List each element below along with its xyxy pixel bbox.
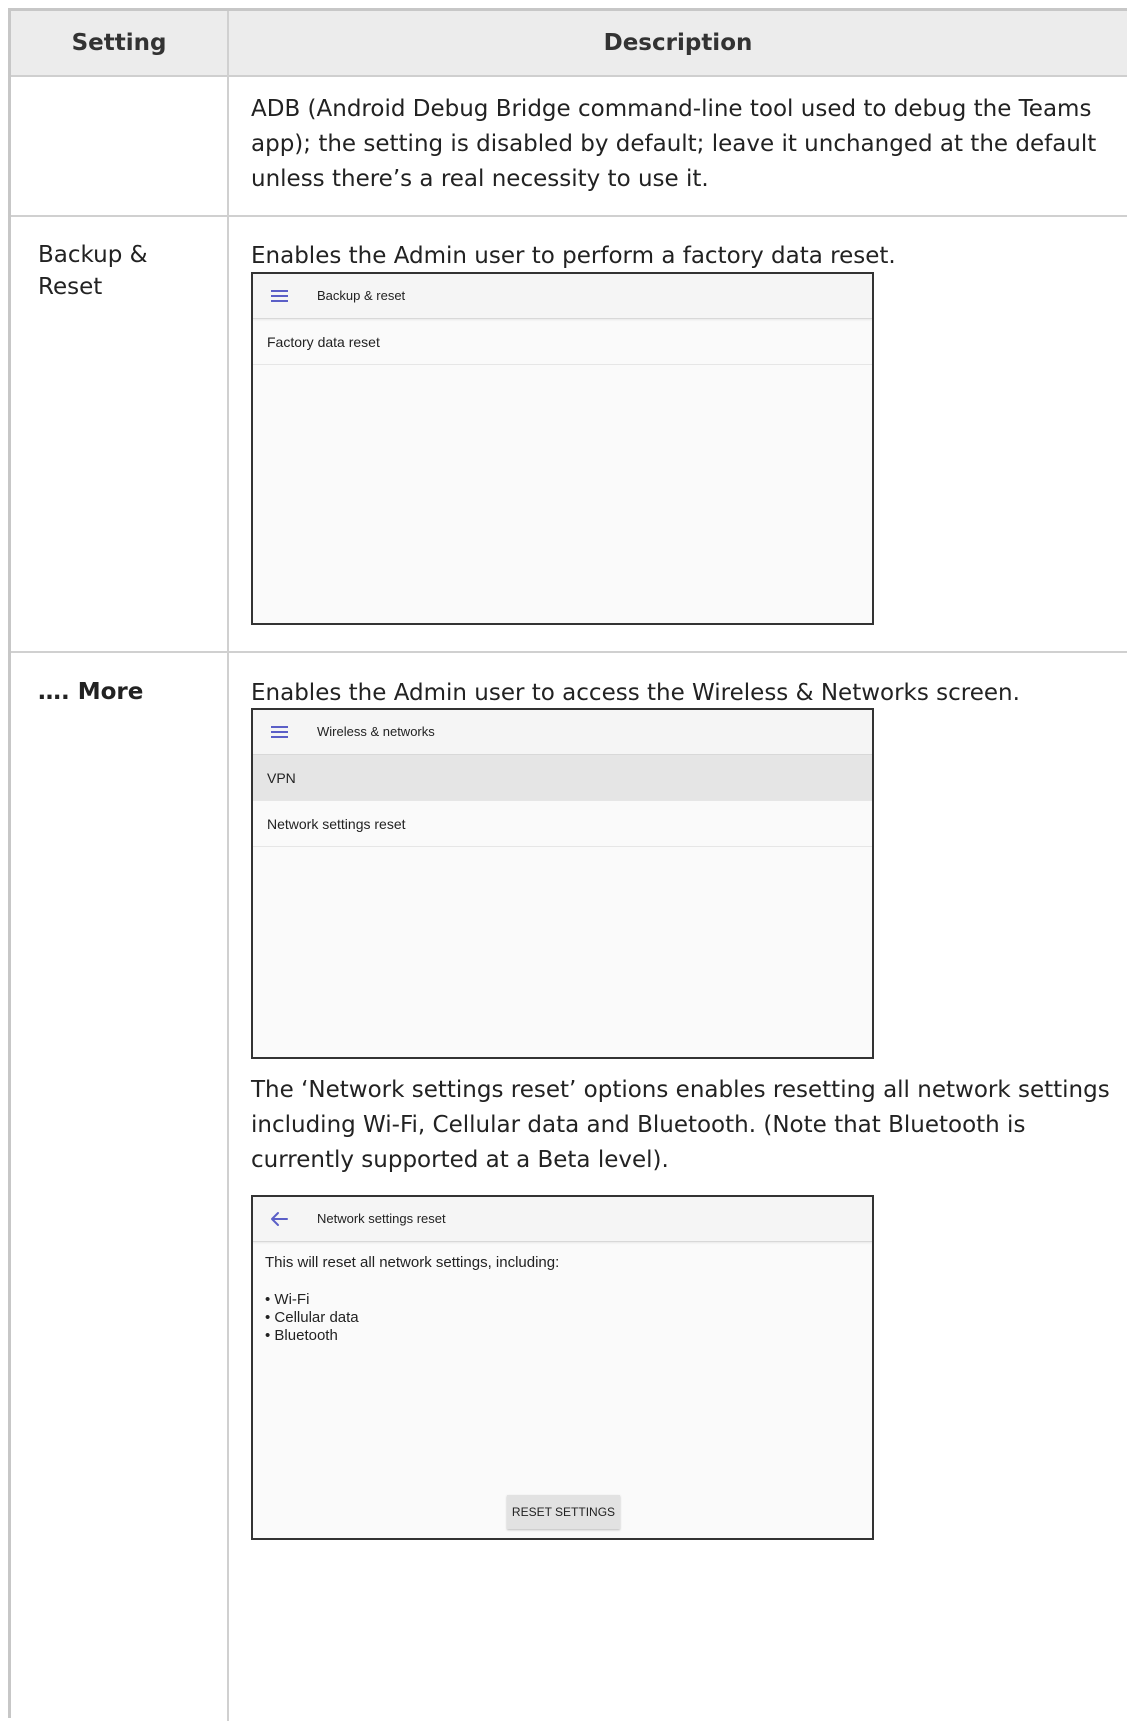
setting-more: …. More [38,679,144,705]
setting-backup-reset-line1: Backup & [38,242,148,268]
list-item-factory-data-reset[interactable]: Factory data reset [253,319,872,365]
row-divider [11,215,1127,217]
menu-icon[interactable] [267,720,293,744]
list-item-vpn[interactable]: VPN [253,755,872,801]
network-settings-reset-screen: Network settings reset This will reset a… [251,1195,874,1540]
bullet-bluetooth: • Bluetooth [265,1327,338,1344]
column-divider [227,11,229,1721]
network-reset-note: The ‘Network settings reset’ options ena… [251,1077,1110,1173]
bullet-wifi: • Wi-Fi [265,1291,310,1308]
back-arrow-icon[interactable] [267,1207,293,1231]
list-item-network-settings-reset[interactable]: Network settings reset [253,801,872,847]
reset-message: This will reset all network settings, in… [265,1254,560,1271]
more-description: Enables the Admin user to access the Wir… [251,680,1020,706]
screen-title: Backup & reset [317,288,406,303]
app-bar: Wireless & networks [253,710,872,755]
screen-title: Wireless & networks [317,724,435,739]
menu-icon[interactable] [267,284,293,308]
settings-table: Setting Description ADB (Android Debug B… [8,8,1127,1721]
header-description: Description [603,30,753,56]
app-bar: Network settings reset [253,1197,872,1242]
wireless-networks-screen: Wireless & networks VPN Network settings… [251,708,874,1059]
app-bar: Backup & reset [253,274,872,319]
setting-backup-reset-line2: Reset [38,274,103,300]
screen-title: Network settings reset [317,1211,446,1226]
adb-description: ADB (Android Debug Bridge command-line t… [251,96,1097,192]
table-header: Setting Description [11,11,1127,77]
header-setting: Setting [71,30,167,56]
backup-reset-description: Enables the Admin user to perform a fact… [251,243,896,269]
bullet-cellular-data: • Cellular data [265,1309,359,1326]
backup-reset-screen: Backup & reset Factory data reset [251,272,874,625]
reset-settings-button[interactable]: RESET SETTINGS [507,1495,620,1529]
row-divider [11,651,1127,653]
